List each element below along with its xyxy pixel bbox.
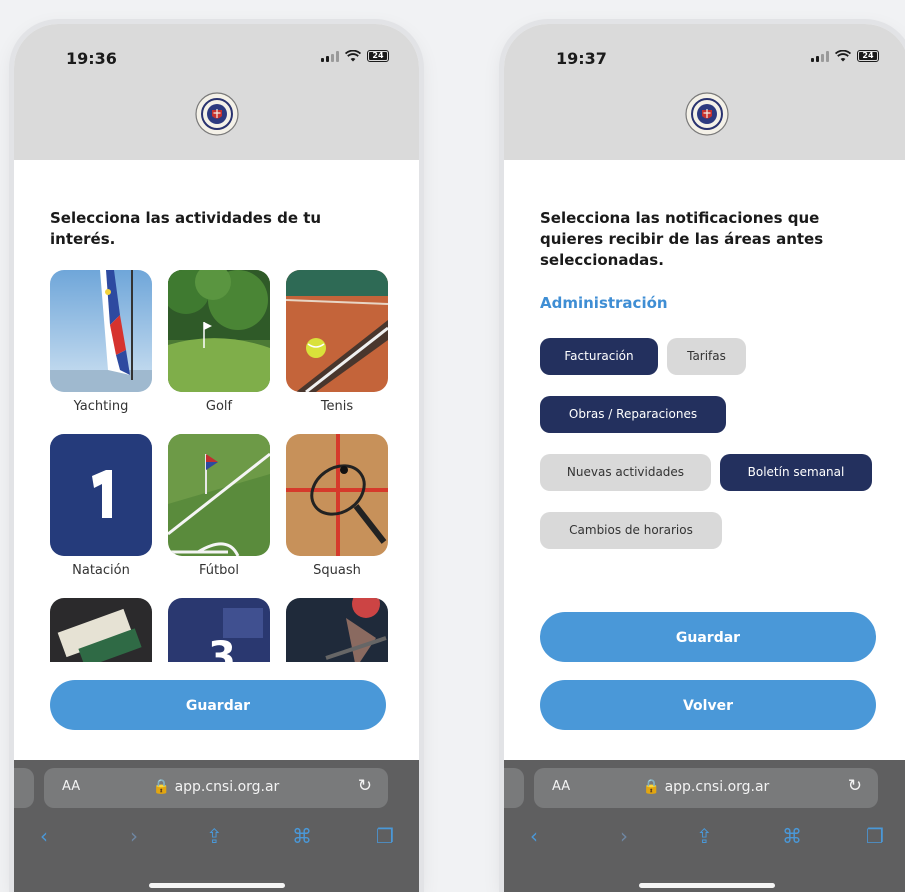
phone-screen-notifications: 19:37 24 Selecciona las notificaciones q… <box>504 24 905 892</box>
bookmarks-icon[interactable]: ⌘ <box>782 824 802 848</box>
activity-tile-yachting[interactable]: Yachting <box>50 270 152 414</box>
board-game-photo <box>50 598 152 662</box>
share-icon[interactable]: ⇪ <box>206 824 223 848</box>
app-header: 19:37 24 <box>504 24 905 160</box>
forward-icon[interactable]: › <box>130 824 138 848</box>
prev-tab-preview[interactable] <box>504 768 524 808</box>
battery-level: 24 <box>372 51 384 60</box>
phone-screen-activities: 19:36 24 Selecciona las actividades de t… <box>14 24 419 892</box>
battery-icon: 24 <box>367 50 389 62</box>
activity-tile-golf[interactable]: Golf <box>168 270 270 414</box>
address-bar[interactable]: AA 🔒 app.cnsi.org.ar ↻ <box>534 768 878 808</box>
svg-text:3: 3 <box>208 634 236 662</box>
activity-tile-futbol[interactable]: Fútbol <box>168 434 270 578</box>
activity-tile-squash[interactable]: Squash <box>286 434 388 578</box>
activity-label: Tenis <box>320 399 354 414</box>
chip-cambios-de-horarios[interactable]: Cambios de horarios <box>540 512 722 549</box>
url-value: app.cnsi.org.ar <box>174 779 280 795</box>
battery-icon: 24 <box>857 50 879 62</box>
section-title-administracion: Administración <box>540 294 668 312</box>
url-text: 🔒 app.cnsi.org.ar <box>534 779 878 795</box>
share-icon[interactable]: ⇪ <box>696 824 713 848</box>
notifications-heading: Selecciona las notificaciones que quiere… <box>540 209 824 269</box>
football-corner-photo <box>168 434 270 556</box>
back-icon[interactable]: ‹ <box>40 824 48 848</box>
activities-heading: Selecciona las actividades de tu interés… <box>50 209 322 248</box>
save-button[interactable]: Guardar <box>540 612 876 662</box>
forward-icon[interactable]: › <box>620 824 628 848</box>
bookmarks-icon[interactable]: ⌘ <box>292 824 312 848</box>
url-text: 🔒 app.cnsi.org.ar <box>44 779 388 795</box>
chip-facturacion[interactable]: Facturación <box>540 338 658 375</box>
chip-boletin-semanal[interactable]: Boletín semanal <box>720 454 872 491</box>
home-indicator <box>638 883 775 888</box>
golf-course-photo <box>168 270 270 392</box>
browser-bar: AA 🔒 app.cnsi.org.ar ↻ ‹ › ⇪ ⌘ ❐ <box>504 760 905 892</box>
wifi-icon <box>835 50 851 62</box>
back-icon[interactable]: ‹ <box>530 824 538 848</box>
activity-label: Squash <box>313 563 361 578</box>
club-logo <box>194 92 239 136</box>
lock-icon: 🔒 <box>642 779 661 795</box>
browser-toolbar: ‹ › ⇪ ⌘ ❐ <box>504 824 905 854</box>
home-indicator <box>148 883 285 888</box>
tennis-court-photo <box>286 270 388 392</box>
club-logo <box>684 92 729 136</box>
app-header: 19:36 24 <box>14 24 419 160</box>
back-button[interactable]: Volver <box>540 680 876 730</box>
status-time: 19:37 <box>556 49 607 68</box>
sailboat-photo <box>50 270 152 392</box>
activity-tile-juegos[interactable] <box>50 598 152 662</box>
status-icons: 24 <box>321 50 389 62</box>
signal-icon <box>321 50 339 62</box>
activities-grid: Yachting Golf Tenis Natación Fútbol Squa… <box>50 270 388 662</box>
activity-tile-3[interactable]: 3 <box>168 598 270 662</box>
tabs-icon[interactable]: ❐ <box>866 824 884 848</box>
chip-obras-reparaciones[interactable]: Obras / Reparaciones <box>540 396 726 433</box>
lock-icon: 🔒 <box>152 779 171 795</box>
swimming-lane-1-photo <box>50 434 152 556</box>
squash-racket-photo <box>286 434 388 556</box>
chip-nuevas-actividades[interactable]: Nuevas actividades <box>540 454 711 491</box>
prev-tab-preview[interactable] <box>14 768 34 808</box>
browser-toolbar: ‹ › ⇪ ⌘ ❐ <box>14 824 419 854</box>
address-bar[interactable]: AA 🔒 app.cnsi.org.ar ↻ <box>44 768 388 808</box>
activity-label: Yachting <box>73 399 129 414</box>
activity-label: Golf <box>205 399 233 414</box>
status-time: 19:36 <box>66 49 117 68</box>
activity-label: Natación <box>72 563 130 578</box>
activity-tile-natacion[interactable]: Natación <box>50 434 152 578</box>
browser-bar: AA 🔒 app.cnsi.org.ar ↻ ‹ › ⇪ ⌘ ❐ <box>14 760 419 892</box>
save-button[interactable]: Guardar <box>50 680 386 730</box>
url-value: app.cnsi.org.ar <box>664 779 770 795</box>
activity-tile-gimnasio[interactable] <box>286 598 388 662</box>
gym-photo <box>286 598 388 662</box>
reload-icon[interactable]: ↻ <box>358 776 372 796</box>
wifi-icon <box>345 50 361 62</box>
tabs-icon[interactable]: ❐ <box>376 824 394 848</box>
activity-tile-tenis[interactable]: Tenis <box>286 270 388 414</box>
reload-icon[interactable]: ↻ <box>848 776 862 796</box>
battery-level: 24 <box>862 51 874 60</box>
number-3-photo: 3 <box>168 598 270 662</box>
chip-tarifas[interactable]: Tarifas <box>667 338 746 375</box>
signal-icon <box>811 50 829 62</box>
activity-label: Fútbol <box>199 563 239 578</box>
status-icons: 24 <box>811 50 879 62</box>
